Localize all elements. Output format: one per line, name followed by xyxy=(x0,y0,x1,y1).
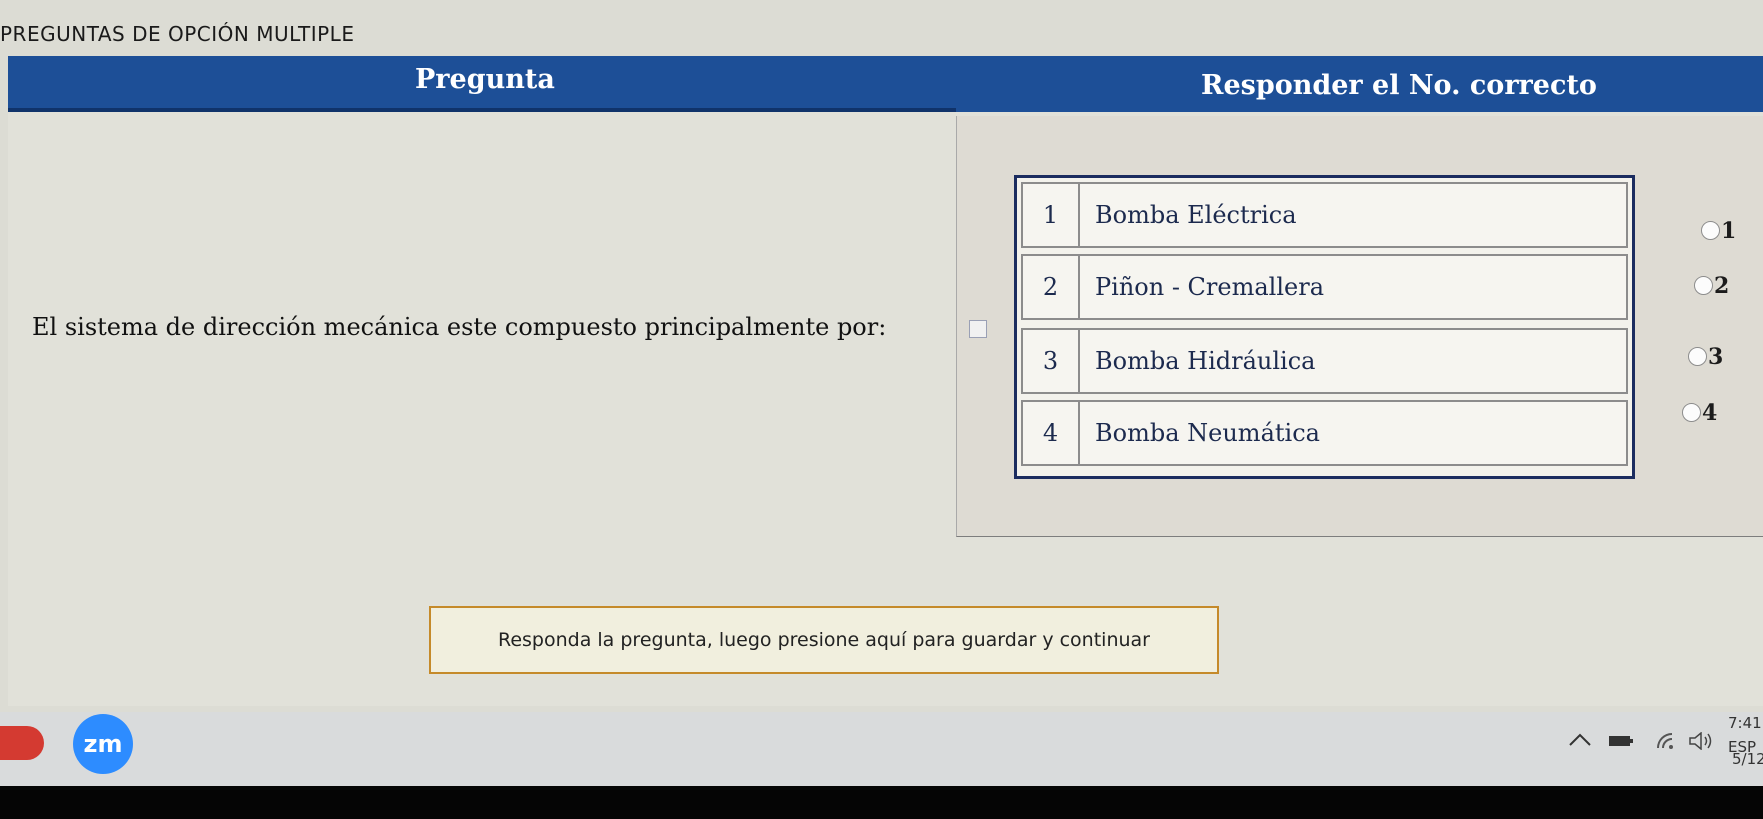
page-heading: PREGUNTAS DE OPCIÓN MULTIPLE xyxy=(0,22,355,46)
radio-label: 3 xyxy=(1708,344,1724,370)
option-row: 2 Piñon - Cremallera xyxy=(1021,254,1628,320)
taskbar-app-icon[interactable] xyxy=(0,726,44,760)
zoom-app-icon[interactable]: zm xyxy=(73,714,133,774)
option-number: 2 xyxy=(1023,256,1080,318)
option-label: Bomba Eléctrica xyxy=(1095,201,1297,229)
radio-label: 1 xyxy=(1721,218,1737,244)
option-row: 4 Bomba Neumática xyxy=(1021,400,1628,466)
option-number: 4 xyxy=(1023,402,1080,464)
answer-panel: 1 Bomba Eléctrica 2 Piñon - Cremallera 3… xyxy=(956,116,1763,537)
option-label: Bomba Neumática xyxy=(1095,419,1320,447)
image-placeholder-icon xyxy=(969,320,987,338)
radio-button[interactable] xyxy=(1701,221,1720,240)
option-label: Bomba Hidráulica xyxy=(1095,347,1316,375)
battery-icon[interactable] xyxy=(1608,734,1634,752)
language-indicator[interactable]: ESP xyxy=(1668,738,1756,756)
save-continue-button[interactable]: Responda la pregunta, luego presione aqu… xyxy=(429,606,1219,674)
question-column-header: Pregunta xyxy=(415,64,555,95)
radio-button[interactable] xyxy=(1688,347,1707,366)
options-table: 1 Bomba Eléctrica 2 Piñon - Cremallera 3… xyxy=(1014,175,1635,479)
option-row: 3 Bomba Hidráulica xyxy=(1021,328,1628,394)
radio-button[interactable] xyxy=(1694,276,1713,295)
option-label: Piñon - Cremallera xyxy=(1095,273,1324,301)
table-header: Pregunta Responder el No. correcto xyxy=(8,56,1763,112)
clock-date[interactable]: 5/12 xyxy=(1732,750,1763,768)
screen-bezel xyxy=(0,786,1763,819)
taskbar: zm ESP 7:41 5/12 xyxy=(0,712,1763,786)
radio-label: 4 xyxy=(1702,400,1718,426)
clock-time[interactable]: 7:41 xyxy=(1728,714,1762,732)
option-number: 3 xyxy=(1023,330,1080,392)
radio-label: 2 xyxy=(1714,273,1730,299)
option-row: 1 Bomba Eléctrica xyxy=(1021,182,1628,248)
chevron-up-icon[interactable] xyxy=(1568,732,1592,752)
answer-column-header: Responder el No. correcto xyxy=(1201,70,1597,101)
option-number: 1 xyxy=(1023,184,1080,246)
radio-button[interactable] xyxy=(1682,403,1701,422)
question-text: El sistema de dirección mecánica este co… xyxy=(32,313,887,341)
